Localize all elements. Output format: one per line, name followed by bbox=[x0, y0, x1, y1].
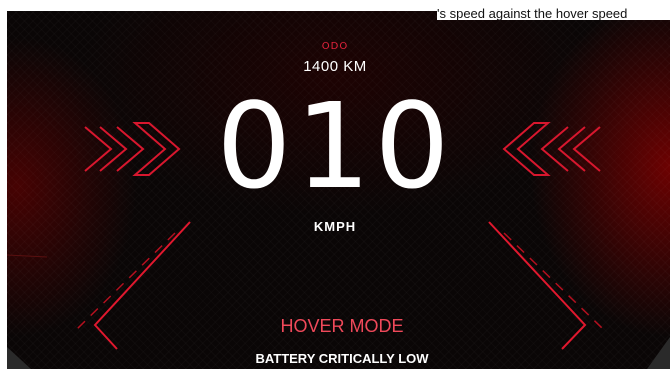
odometer-value: 1400 KM bbox=[303, 58, 367, 75]
header-text: 's speed against the hover speed bbox=[437, 7, 670, 20]
battery-alert: BATTERY CRITICALLY LOW bbox=[255, 351, 429, 366]
speed-readout: 010 bbox=[216, 77, 454, 215]
odometer-label: ODO bbox=[321, 41, 349, 52]
speed-unit: KMPH bbox=[313, 219, 357, 234]
drive-mode-label: HOVER MODE bbox=[280, 316, 404, 336]
